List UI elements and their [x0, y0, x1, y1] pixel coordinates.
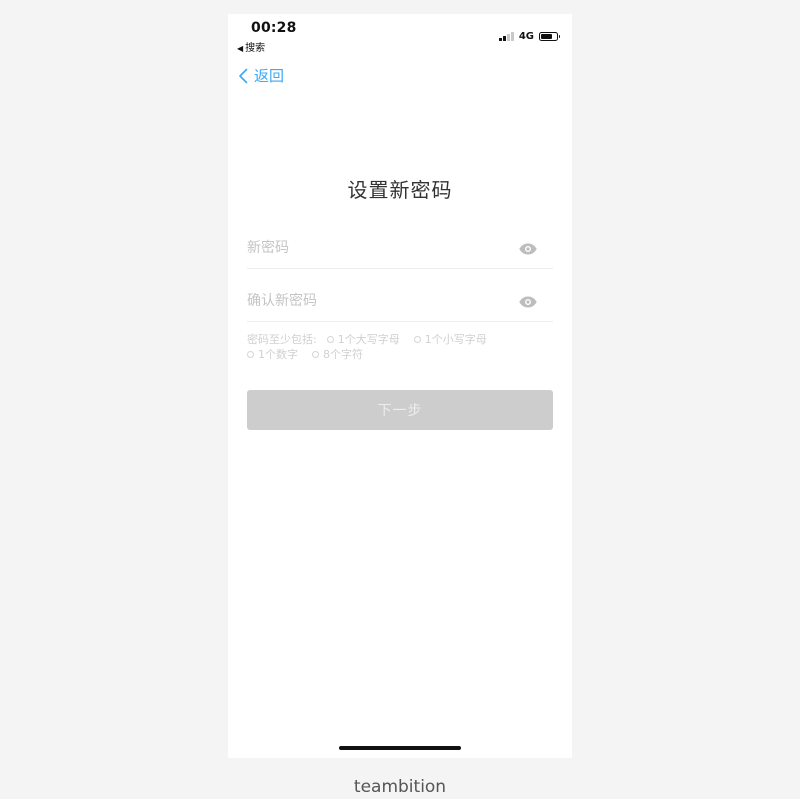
confirm-password-input[interactable]	[247, 281, 497, 321]
password-requirements: 密码至少包括: 1个大写字母 1个小写字母 1个数字 8个字符	[247, 332, 557, 362]
chevron-left-icon	[239, 68, 248, 83]
confirm-password-field	[247, 281, 553, 322]
status-back-app-label: 搜索	[245, 43, 266, 54]
requirements-lead: 密码至少包括:	[247, 333, 317, 346]
status-back-to-app[interactable]: ◀ 搜索	[237, 39, 265, 54]
eye-icon[interactable]	[519, 293, 537, 312]
home-indicator[interactable]	[339, 746, 461, 750]
requirement-item: 1个数字	[247, 347, 298, 362]
battery-icon	[539, 31, 560, 41]
circle-outline-icon	[312, 351, 319, 358]
next-button[interactable]: 下一步	[247, 390, 553, 430]
back-label: 返回	[254, 67, 285, 85]
network-type: 4G	[518, 30, 534, 42]
back-triangle-icon: ◀	[237, 44, 244, 53]
circle-outline-icon	[326, 336, 334, 343]
circle-outline-icon	[413, 336, 421, 343]
phone-screen: 00:28 ◀ 搜索 4G 返回 设置新密码 密码至少包括: 1个大写字母 1个…	[228, 14, 572, 758]
status-time: 00:28	[251, 20, 297, 36]
status-indicators: 4G	[499, 30, 560, 42]
page-title: 设置新密码	[347, 178, 453, 202]
requirement-item: 1个大写字母	[326, 332, 400, 347]
requirement-item: 1个小写字母	[413, 332, 487, 347]
new-password-input[interactable]	[247, 228, 497, 268]
new-password-field	[247, 228, 553, 269]
eye-icon[interactable]	[519, 240, 537, 259]
signal-icon	[499, 31, 514, 41]
brand-caption: teambition	[353, 777, 447, 797]
requirement-item: 8个字符	[312, 347, 363, 362]
back-button[interactable]: 返回	[238, 65, 284, 86]
circle-outline-icon	[247, 351, 254, 358]
